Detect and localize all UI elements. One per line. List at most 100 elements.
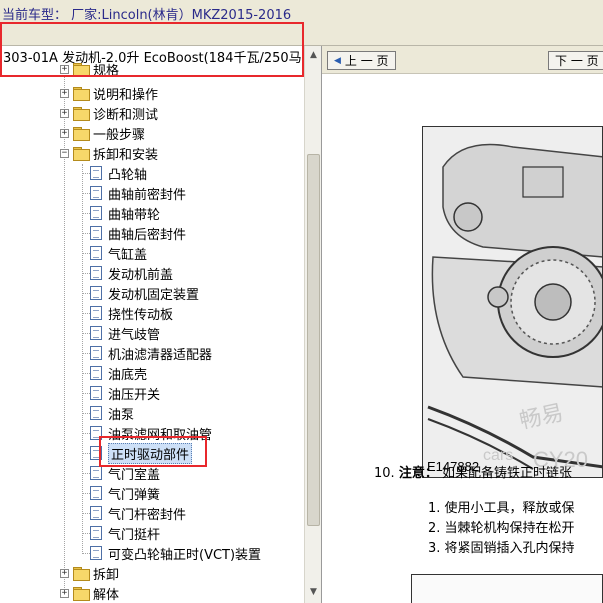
tree-item-label: 曲轴前密封件: [108, 187, 187, 203]
expand-icon[interactable]: +: [60, 108, 69, 118]
document-icon: [90, 226, 102, 240]
viewer-nav-bar: ◀ 上 一 页 下 一 页: [322, 46, 603, 74]
tree-item-timing-drive-components[interactable]: 正时驱动部件: [90, 442, 193, 464]
manual-tree-panel[interactable]: 303-01A 发动机-2.0升 EcoBoost(184千瓦/250马力 + …: [0, 46, 322, 603]
folder-icon: [73, 87, 90, 101]
engine-illustration: 畅易 CY20 cars E147882: [422, 126, 603, 478]
tree-folder-label: 说明和操作: [93, 87, 159, 103]
step-text: 如果配备铸铁正时链张: [441, 466, 572, 481]
next-page-button[interactable]: 下 一 页: [548, 51, 603, 70]
tree-folder-label: 拆卸: [93, 567, 120, 583]
expand-icon[interactable]: +: [60, 64, 69, 74]
tree-item-label: 曲轴后密封件: [108, 227, 187, 243]
tree-item-camshaft[interactable]: 凸轮轴: [90, 163, 147, 183]
collapse-icon[interactable]: −: [60, 148, 69, 158]
folder-icon: [73, 127, 90, 141]
scrollbar-thumb[interactable]: [307, 154, 320, 526]
tree-item-label: 气缸盖: [108, 247, 148, 263]
next-illustration: [411, 574, 603, 603]
tree-guide-line: [82, 193, 90, 194]
tree-item-valve-stem-seals[interactable]: 气门杆密封件: [90, 503, 186, 523]
document-icon: [90, 286, 102, 300]
tree-folder-specs[interactable]: + 规格: [60, 59, 119, 79]
tree-guide-line: [82, 453, 90, 454]
tree-item-flexplate[interactable]: 挠性传动板: [90, 303, 173, 323]
tree-guide-line: [82, 164, 83, 554]
engine-drawing: [423, 127, 602, 477]
tree-folder-disassemble[interactable]: + 解体: [60, 583, 119, 603]
document-icon: [90, 546, 102, 560]
scroll-up-icon[interactable]: ▲: [307, 48, 320, 62]
tree-item-label: 可变凸轮轴正时(VCT)装置: [108, 547, 262, 563]
tree-item-engine-front-cover[interactable]: 发动机前盖: [90, 263, 173, 283]
tree-item-oil-pressure-switch[interactable]: 油压开关: [90, 383, 160, 403]
tree-item-label: 油泵: [108, 407, 135, 423]
tree-guide-line: [82, 433, 90, 434]
step-10: 10. 注意： 如果配备铸铁正时链张: [374, 462, 572, 481]
tree-guide-line: [82, 373, 90, 374]
tree-item-oil-pump-screen[interactable]: 油泵滤网和取油管: [90, 423, 212, 443]
folder-open-icon: [73, 147, 90, 161]
tree-guide-line: [82, 533, 90, 534]
tree-item-label: 进气歧管: [108, 327, 161, 343]
scroll-down-icon[interactable]: ▼: [307, 585, 320, 599]
folder-icon: [73, 567, 90, 581]
tree-item-valve-cover[interactable]: 气门室盖: [90, 463, 160, 483]
tree-item-intake-manifold[interactable]: 进气歧管: [90, 323, 160, 343]
tree-item-crank-rear-seal[interactable]: 曲轴后密封件: [90, 223, 186, 243]
tree-guide-line: [82, 493, 90, 494]
tree-folder-label: 诊断和测试: [93, 107, 159, 123]
document-icon: [90, 166, 102, 180]
tree-item-label: 气门挺杆: [108, 527, 161, 543]
tree-guide-line: [82, 273, 90, 274]
tree-item-label: 气门室盖: [108, 467, 161, 483]
tree-item-valve-springs[interactable]: 气门弹簧: [90, 483, 160, 503]
tree-item-engine-mount[interactable]: 发动机固定装置: [90, 283, 199, 303]
tree-scrollbar[interactable]: ▲ ▼: [304, 46, 321, 603]
substep-2: 2. 当棘轮机构保持在松开: [428, 521, 575, 536]
document-icon: [90, 266, 102, 280]
tree-item-label: 发动机固定装置: [108, 287, 200, 303]
tree-folder-label: 拆卸和安装: [93, 147, 159, 163]
tree-guide-line: [82, 393, 90, 394]
next-page-label: 下 一 页: [555, 54, 599, 68]
previous-page-label: 上 一 页: [344, 54, 389, 68]
current-model-label: 当前车型： 厂家:Lincoln(林肯）MKZ2015-2016: [2, 8, 292, 23]
tree-item-label: 机油滤清器适配器: [108, 347, 213, 363]
tree-folder-general[interactable]: + 一般步骤: [60, 123, 145, 143]
arrow-left-icon: ◀: [334, 55, 341, 66]
tree-guide-line: [82, 513, 90, 514]
folder-icon: [73, 63, 90, 77]
tree-item-label: 曲轴带轮: [108, 207, 161, 223]
document-icon: [90, 386, 102, 400]
step-number: 10.: [374, 466, 395, 481]
tree-item-cylinder-head[interactable]: 气缸盖: [90, 243, 147, 263]
tree-folder-removal-installation[interactable]: − 拆卸和安装: [60, 143, 158, 163]
expand-icon[interactable]: +: [60, 88, 69, 98]
tree-item-label: 气门弹簧: [108, 487, 161, 503]
tree-item-valve-tappets[interactable]: 气门挺杆: [90, 523, 160, 543]
tree-item-oil-pan[interactable]: 油底壳: [90, 363, 147, 383]
tree-folder-diagnosis[interactable]: + 诊断和测试: [60, 103, 158, 123]
expand-icon[interactable]: +: [60, 128, 69, 138]
tree-guide-line: [82, 313, 90, 314]
substep-3: 3. 将紧固销插入孔内保持: [428, 541, 575, 556]
tree-folder-description[interactable]: + 说明和操作: [60, 83, 158, 103]
previous-page-button[interactable]: ◀ 上 一 页: [327, 51, 396, 70]
document-viewer: ◀ 上 一 页 下 一 页 畅易 CY20 cars E147882 10. 注…: [322, 46, 603, 603]
tree-folder-disassembly[interactable]: + 拆卸: [60, 563, 119, 583]
tree-item-oil-pump[interactable]: 油泵: [90, 403, 134, 423]
tree-item-crank-front-seal[interactable]: 曲轴前密封件: [90, 183, 186, 203]
tree-guide-line: [82, 173, 90, 174]
document-icon: [90, 186, 102, 200]
tree-item-oil-filter-adapter[interactable]: 机油滤清器适配器: [90, 343, 212, 363]
expand-icon[interactable]: +: [60, 568, 69, 578]
tree-guide-line: [82, 253, 90, 254]
tree-item-label: 油压开关: [108, 387, 161, 403]
tree-item-label: 发动机前盖: [108, 267, 174, 283]
expand-icon[interactable]: +: [60, 588, 69, 598]
tree-item-vct-unit[interactable]: 可变凸轮轴正时(VCT)装置: [90, 543, 261, 563]
tree-item-crank-pulley[interactable]: 曲轴带轮: [90, 203, 160, 223]
tree-guide-line: [82, 553, 90, 554]
document-icon: [90, 346, 102, 360]
